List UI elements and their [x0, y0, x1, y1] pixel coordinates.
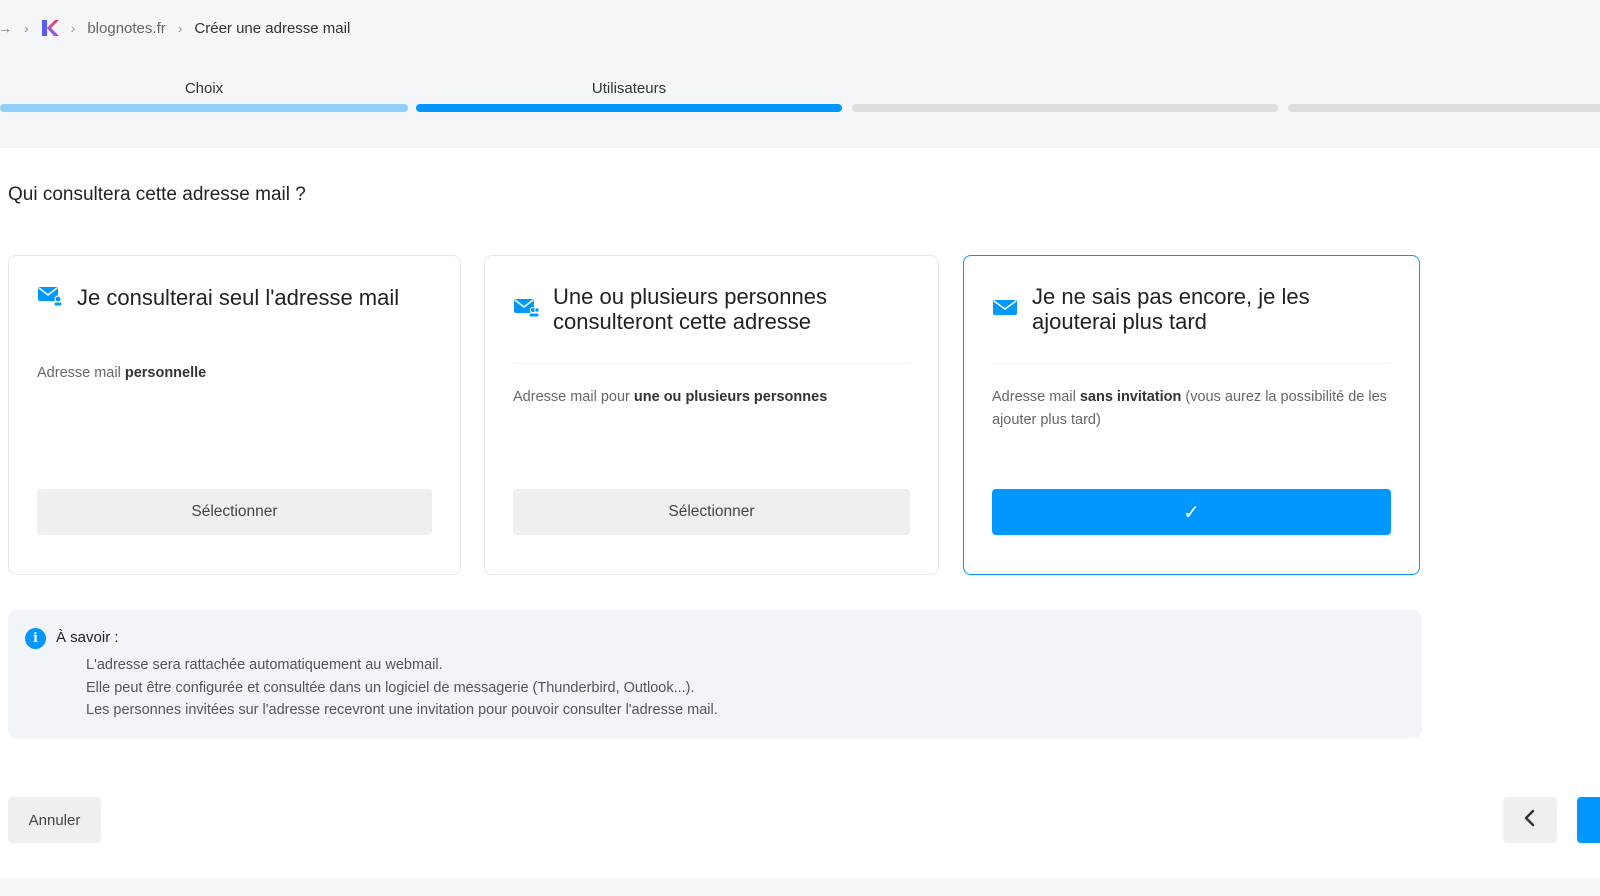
- card-description: Adresse mail pour une ou plusieurs perso…: [513, 386, 910, 409]
- info-line: Les personnes invitées sur l'adresse rec…: [86, 702, 718, 718]
- option-card-solo[interactable]: Je consulterai seul l'adresse mail Adres…: [8, 255, 461, 575]
- card-description: Adresse mail personnelle: [37, 362, 432, 385]
- card-divider: [992, 363, 1391, 364]
- breadcrumb-current: Créer une adresse mail: [194, 19, 351, 37]
- cancel-button[interactable]: Annuler: [8, 797, 101, 843]
- option-card-multiple[interactable]: Une ou plusieurs personnes consulteront …: [484, 255, 939, 575]
- step-progress-bar: [1288, 104, 1600, 112]
- top-header: → › › blognotes.fr › Créer une adresse m…: [0, 0, 1600, 148]
- chevron-right-icon: ›: [24, 20, 29, 36]
- step-progress-bar: [852, 104, 1278, 112]
- card-divider: [513, 363, 910, 364]
- info-box: i À savoir : L'adresse sera rattachée au…: [8, 610, 1422, 738]
- card-header: Une ou plusieurs personnes consulteront …: [513, 284, 910, 334]
- card-header: Je ne sais pas encore, je les ajouterai …: [992, 284, 1391, 334]
- chevron-left-icon: [1523, 809, 1537, 832]
- step-3: [852, 78, 1278, 118]
- info-title: À savoir :: [56, 629, 119, 646]
- envelope-users-icon: [513, 296, 540, 323]
- step-progress-bar: [416, 104, 842, 112]
- breadcrumb-domain[interactable]: blognotes.fr: [87, 20, 165, 37]
- card-header: Je consulterai seul l'adresse mail: [37, 284, 432, 311]
- envelope-icon: [992, 296, 1018, 323]
- step-utilisateurs: Utilisateurs: [416, 78, 842, 118]
- chevron-right-icon: ›: [177, 20, 183, 36]
- card-title: Je ne sais pas encore, je les ajouterai …: [1032, 284, 1310, 334]
- selected-check-button[interactable]: ✓: [992, 489, 1391, 535]
- desc-bold: sans invitation: [1079, 389, 1182, 405]
- card-title: Je consulterai seul l'adresse mail: [77, 285, 400, 310]
- info-line: L'adresse sera rattachée automatiquement…: [86, 657, 443, 673]
- kmail-logo-icon[interactable]: [41, 19, 59, 37]
- step-label: Choix: [184, 80, 224, 97]
- info-icon: i: [25, 628, 46, 649]
- card-description: Adresse mail sans invitation (vous aurez…: [992, 386, 1391, 432]
- previous-button[interactable]: [1503, 797, 1557, 843]
- breadcrumb: → › › blognotes.fr › Créer une adresse m…: [0, 16, 350, 40]
- desc-bold: personnelle: [124, 365, 207, 381]
- bottom-bar: [0, 878, 1600, 896]
- card-title: Une ou plusieurs personnes consulteront …: [553, 284, 827, 334]
- step-label: Utilisateurs: [591, 80, 667, 97]
- back-arrow-icon[interactable]: →: [0, 20, 12, 36]
- info-line: Elle peut être configurée et consultée d…: [86, 679, 695, 696]
- step-progress-bar: [0, 104, 408, 112]
- desc-bold: une ou plusieurs personnes: [633, 389, 828, 405]
- option-card-later[interactable]: Je ne sais pas encore, je les ajouterai …: [963, 255, 1420, 575]
- chevron-right-icon: ›: [70, 20, 76, 36]
- stepper: Choix Utilisateurs: [0, 78, 1600, 118]
- step-choix: Choix: [0, 78, 408, 118]
- desc-text: Adresse mail: [992, 389, 1080, 405]
- envelope-user-icon: [37, 284, 63, 311]
- checkmark-icon: ✓: [1183, 500, 1200, 524]
- page-question: Qui consultera cette adresse mail ?: [8, 184, 306, 205]
- select-button[interactable]: Sélectionner: [513, 489, 910, 535]
- desc-text: Adresse mail: [37, 365, 125, 381]
- step-4: [1288, 78, 1600, 118]
- next-button[interactable]: [1577, 797, 1600, 843]
- info-lines: L'adresse sera rattachée automatiquement…: [86, 654, 718, 722]
- select-button[interactable]: Sélectionner: [37, 489, 432, 535]
- desc-text: Adresse mail pour: [513, 389, 634, 405]
